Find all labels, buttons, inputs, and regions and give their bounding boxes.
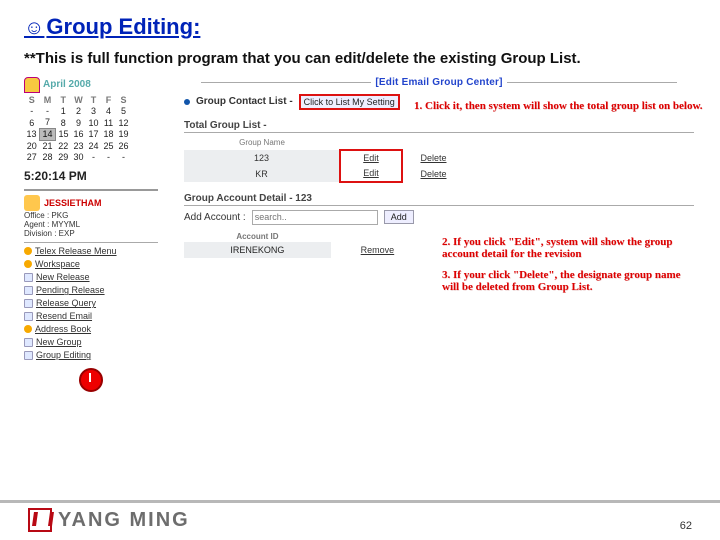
remove-link[interactable]: Remove [332,245,423,255]
side-menu: Telex Release MenuWorkspaceNew ReleasePe… [24,242,158,362]
calendar-icon [24,77,40,93]
logo-mark-icon [28,508,52,532]
user-box: JESSIETHAM Office : PKG Agent : MYYML Di… [24,189,158,238]
add-button[interactable]: Add [384,210,414,224]
sidebar-item[interactable]: Pending Release [24,284,158,297]
sidebar-item[interactable]: Telex Release Menu [24,245,158,258]
bullet-icon [184,99,190,105]
sidebar-item[interactable]: Release Query [24,297,158,310]
page-title: ☺Group Editing: [24,14,696,40]
logo: YANG MING [28,508,190,532]
subtitle: **This is full function program that you… [24,50,696,69]
dot-icon [24,260,32,268]
box-icon [24,351,33,360]
delete-link[interactable]: Delete [404,169,463,179]
user-division: Division : EXP [24,229,158,238]
list-setting-button[interactable]: Click to List My Setting [299,94,400,110]
note-3: 3. If your click "Delete", the designate… [442,269,688,294]
table-row: 123 Edit Delete [184,150,464,166]
detail-header: Group Account Detail - 123 [184,193,694,206]
table-row: KR Edit Delete [184,166,464,182]
add-account-label: Add Account : [184,212,246,223]
box-icon [24,286,33,295]
logo-text: YANG MING [58,509,190,532]
user-agent: Agent : MYYML [24,220,158,229]
edit-link[interactable]: Edit [341,168,401,178]
sidebar-item[interactable]: New Group [24,336,158,349]
sidebar-item[interactable]: Group Editing [24,349,158,362]
table-row: IRENEKONG Remove [184,242,424,258]
user-name: JESSIETHAM [44,198,102,208]
sidebar-item[interactable]: Resend Email [24,310,158,323]
calendar-month: April 2008 [43,79,91,90]
page-number: 62 [680,520,692,532]
box-icon [24,338,33,347]
groups-header: Total Group List - [184,120,694,133]
user-office: Office : PKG [24,211,158,220]
contact-label: Group Contact List - [196,96,293,107]
sidebar-item[interactable]: Address Book [24,323,158,336]
calendar: SMTWTFS--1234567891011121314151617181920… [24,95,132,163]
avatar-icon [24,195,40,211]
dot-icon [24,247,32,255]
search-input[interactable] [252,210,378,225]
note-1: 1. Click it, then system will show the t… [414,100,704,113]
sidebar-item[interactable]: New Release [24,271,158,284]
edit-link[interactable]: Edit [341,153,401,163]
center-header: [Edit Email Group Center] [184,77,694,88]
smiley-icon: ☺ [24,17,44,39]
groups-table: Group Name 123 Edit Delete KR Edit [184,135,464,183]
box-icon [24,299,33,308]
note-2: 2. If you click "Edit", system will show… [442,236,688,261]
power-icon[interactable] [79,368,103,392]
sidebar-item[interactable]: Workspace [24,258,158,271]
account-table: Account ID IRENEKONG Remove [184,231,424,258]
dot-icon [24,325,32,333]
box-icon [24,312,33,321]
clock: 5:20:14 PM [24,169,158,183]
box-icon [24,273,33,282]
delete-link[interactable]: Delete [404,153,463,163]
